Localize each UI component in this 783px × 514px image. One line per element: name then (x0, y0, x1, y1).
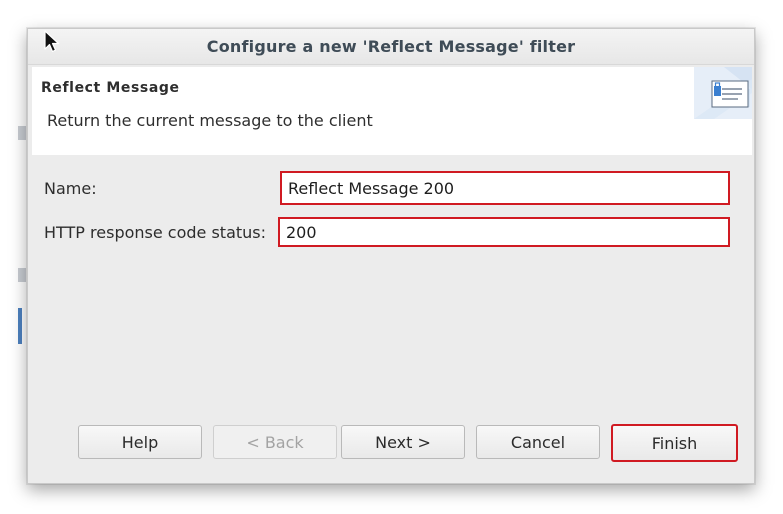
finish-button[interactable]: Finish (611, 424, 738, 462)
background-edge (18, 268, 26, 282)
filter-name-heading: Reflect Message (41, 80, 180, 96)
http-status-label: HTTP response code status: (44, 223, 267, 242)
dialog-title: Configure a new 'Reflect Message' filter (206, 37, 576, 56)
filter-description: Return the current message to the client (47, 111, 373, 130)
dialog-titlebar[interactable]: Configure a new 'Reflect Message' filter (28, 29, 754, 65)
configure-filter-dialog: Configure a new 'Reflect Message' filter… (27, 28, 755, 484)
background-edge (18, 126, 26, 140)
next-button[interactable]: Next > (341, 425, 465, 459)
dialog-header: Reflect Message Return the current messa… (32, 67, 752, 155)
cancel-button[interactable]: Cancel (476, 425, 600, 459)
reflect-message-icon (694, 67, 752, 119)
mouse-pointer-icon (44, 30, 60, 53)
background-edge-accent (18, 308, 22, 344)
http-status-input[interactable] (278, 217, 730, 247)
name-input[interactable] (280, 171, 730, 205)
name-label: Name: (44, 179, 97, 198)
back-button[interactable]: < Back (213, 425, 337, 459)
help-button[interactable]: Help (78, 425, 202, 459)
